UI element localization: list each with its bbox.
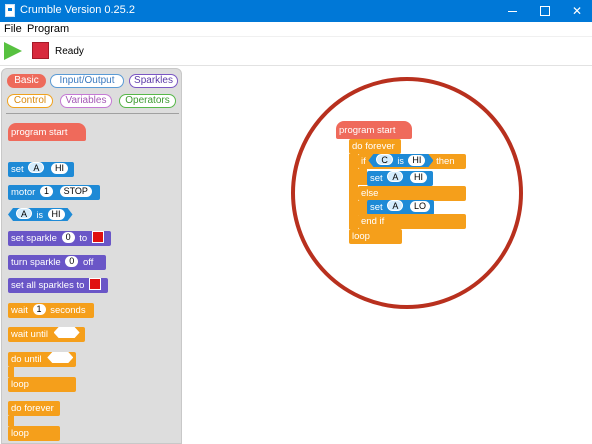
block-label: seconds bbox=[50, 305, 86, 316]
menu-program[interactable]: Program bbox=[27, 23, 69, 35]
wait-until-block[interactable]: wait until bbox=[8, 327, 85, 342]
block-label: do until bbox=[11, 354, 42, 365]
block-label: wait until bbox=[11, 329, 48, 340]
block-label: set bbox=[370, 173, 383, 184]
block-label: program start bbox=[11, 127, 68, 138]
block-label: is bbox=[397, 156, 404, 166]
tab-variables[interactable]: Variables bbox=[60, 94, 112, 108]
value-pill[interactable]: HI bbox=[409, 172, 427, 183]
do-forever-loop-end[interactable]: loop bbox=[8, 426, 60, 441]
motor-block[interactable]: motor 1 STOP bbox=[8, 185, 100, 200]
block-label: motor bbox=[11, 187, 36, 198]
motor-number-pill[interactable]: 1 bbox=[39, 186, 53, 197]
menu-file[interactable]: File bbox=[4, 23, 22, 35]
motor-state-pill[interactable]: STOP bbox=[59, 186, 92, 197]
menu-bar: File Program bbox=[0, 22, 592, 37]
set-sparkle-block[interactable]: set sparkle 0 to bbox=[8, 231, 111, 246]
set-variable-block[interactable]: set A HI bbox=[8, 162, 74, 177]
app-icon bbox=[5, 4, 15, 17]
block-label: is bbox=[36, 210, 44, 220]
do-until-block[interactable]: do until bbox=[8, 352, 76, 367]
sparkle-number-pill[interactable]: 0 bbox=[65, 256, 79, 267]
variable-pill[interactable]: A bbox=[28, 162, 45, 173]
block-label: set all sparkles to bbox=[11, 280, 85, 291]
close-icon[interactable]: ✕ bbox=[562, 0, 592, 22]
block-label: to bbox=[79, 233, 88, 244]
stop-icon[interactable] bbox=[32, 42, 49, 59]
tab-basic[interactable]: Basic bbox=[7, 74, 46, 88]
tab-control[interactable]: Control bbox=[7, 94, 53, 108]
do-forever-block[interactable]: do forever bbox=[349, 139, 401, 154]
condition-slot[interactable] bbox=[47, 352, 73, 363]
else-block[interactable]: else bbox=[358, 186, 466, 201]
if-mouth bbox=[358, 169, 367, 185]
maximize-icon[interactable] bbox=[530, 0, 560, 22]
window-title: Crumble Version 0.25.2 bbox=[20, 4, 135, 16]
condition-slot[interactable] bbox=[54, 327, 80, 338]
condition-hex: C is HI bbox=[368, 154, 433, 167]
set-variable-block[interactable]: set A LO bbox=[367, 200, 434, 215]
block-label: loop bbox=[11, 428, 29, 439]
program-start-block[interactable]: program start bbox=[336, 121, 412, 139]
block-label: end if bbox=[361, 216, 385, 227]
else-mouth bbox=[358, 201, 367, 215]
if-then-block[interactable]: if C is HI then bbox=[358, 154, 466, 169]
color-swatch[interactable] bbox=[89, 278, 102, 290]
seconds-pill[interactable]: 1 bbox=[32, 304, 46, 315]
play-icon[interactable] bbox=[4, 42, 22, 60]
condition-hex: A is HI bbox=[8, 208, 73, 221]
wait-seconds-block[interactable]: wait 1 seconds bbox=[8, 303, 94, 318]
minimize-icon[interactable] bbox=[498, 0, 528, 22]
block-label: then bbox=[436, 156, 455, 167]
block-label: do forever bbox=[352, 141, 395, 152]
value-pill[interactable]: HI bbox=[408, 155, 425, 166]
block-label: set bbox=[11, 164, 24, 175]
loop-end-block[interactable]: loop bbox=[349, 229, 402, 244]
palette-divider bbox=[6, 113, 179, 114]
toolbar: Ready bbox=[0, 37, 592, 66]
variable-pill[interactable]: C bbox=[376, 154, 393, 165]
block-palette: Basic Input/Output Sparkles Control Vari… bbox=[1, 68, 182, 444]
block-label: wait bbox=[11, 305, 28, 316]
block-label: loop bbox=[11, 379, 29, 390]
status-text: Ready bbox=[55, 46, 84, 57]
block-label: set bbox=[370, 202, 383, 213]
block-label: program start bbox=[339, 125, 396, 136]
end-if-block[interactable]: end if bbox=[358, 214, 466, 229]
loop-mouth bbox=[8, 367, 14, 377]
block-label: if bbox=[361, 156, 366, 167]
program-workspace[interactable]: program start do forever if C is HI then… bbox=[183, 67, 592, 444]
set-all-sparkles-block[interactable]: set all sparkles to bbox=[8, 278, 108, 293]
block-label: turn sparkle bbox=[11, 257, 61, 268]
block-label: off bbox=[82, 257, 94, 268]
tab-sparkles[interactable]: Sparkles bbox=[129, 74, 178, 88]
block-label: set sparkle bbox=[11, 233, 57, 244]
title-bar: Crumble Version 0.25.2 ✕ bbox=[0, 0, 592, 22]
block-label: do forever bbox=[11, 403, 54, 414]
value-pill[interactable]: LO bbox=[409, 201, 430, 212]
do-forever-block[interactable]: do forever bbox=[8, 401, 60, 416]
color-swatch[interactable] bbox=[91, 231, 104, 243]
turn-sparkle-off-block[interactable]: turn sparkle 0 off bbox=[8, 255, 106, 270]
variable-pill[interactable]: A bbox=[16, 208, 32, 219]
set-variable-block[interactable]: set A HI bbox=[367, 171, 433, 186]
is-condition-block[interactable]: A is HI bbox=[8, 208, 73, 221]
program-start-block[interactable]: program start bbox=[8, 123, 86, 141]
loop-mouth bbox=[349, 154, 358, 229]
tab-input-output[interactable]: Input/Output bbox=[50, 74, 124, 88]
value-pill[interactable]: HI bbox=[48, 209, 65, 220]
do-until-loop-end[interactable]: loop bbox=[8, 377, 76, 392]
block-label: loop bbox=[352, 231, 370, 242]
variable-pill[interactable]: A bbox=[387, 200, 404, 211]
variable-pill[interactable]: A bbox=[387, 171, 404, 182]
value-pill[interactable]: HI bbox=[50, 163, 68, 174]
sparkle-number-pill[interactable]: 0 bbox=[61, 232, 75, 243]
loop-mouth bbox=[8, 416, 14, 426]
tab-operators[interactable]: Operators bbox=[119, 94, 176, 108]
block-label: else bbox=[361, 188, 379, 199]
